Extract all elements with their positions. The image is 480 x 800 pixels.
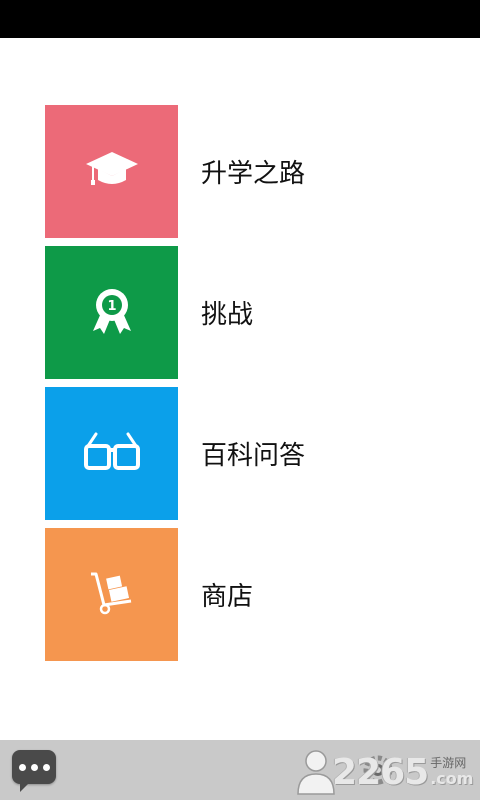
chat-dot [30,763,38,771]
menu-item-challenge[interactable]: 1 挑战 [45,246,445,379]
menu-item-path[interactable]: 升学之路 [45,105,445,238]
glasses-icon [83,432,140,476]
menu-tile-shop[interactable] [45,528,178,661]
chat-dot [42,763,50,771]
menu-tile-challenge[interactable]: 1 [45,246,178,379]
watermark-cn-text: 手游网 [430,756,467,770]
badge-number: 1 [107,299,116,314]
menu-label-challenge: 挑战 [201,300,254,330]
menu-label-path: 升学之路 [201,159,306,189]
watermark-logo: 2265 手游网 .com [332,748,473,796]
menu-tile-encyclopedia[interactable] [45,387,178,520]
menu-item-shop[interactable]: 商店 [45,528,445,661]
watermark-number: 2265 [332,751,429,793]
user-avatar-icon[interactable] [296,746,336,796]
main-menu: 升学之路 1 挑战 百科问答 商店 [45,105,445,669]
menu-tile-path[interactable] [45,105,178,238]
hand-truck-icon [87,571,137,619]
award-badge-icon: 1 [87,287,137,339]
bottom-bar: 2265 手游网 .com [0,740,480,800]
chat-bubble-icon [18,763,26,771]
menu-label-shop: 商店 [201,582,254,612]
status-bar [0,0,480,38]
menu-item-encyclopedia[interactable]: 百科问答 [45,387,445,520]
chat-bubble-tail [20,784,28,792]
menu-label-encyclopedia: 百科问答 [201,441,306,471]
chat-button[interactable] [12,750,56,792]
graduation-cap-icon [84,150,140,194]
watermark-domain: .com [430,769,474,788]
